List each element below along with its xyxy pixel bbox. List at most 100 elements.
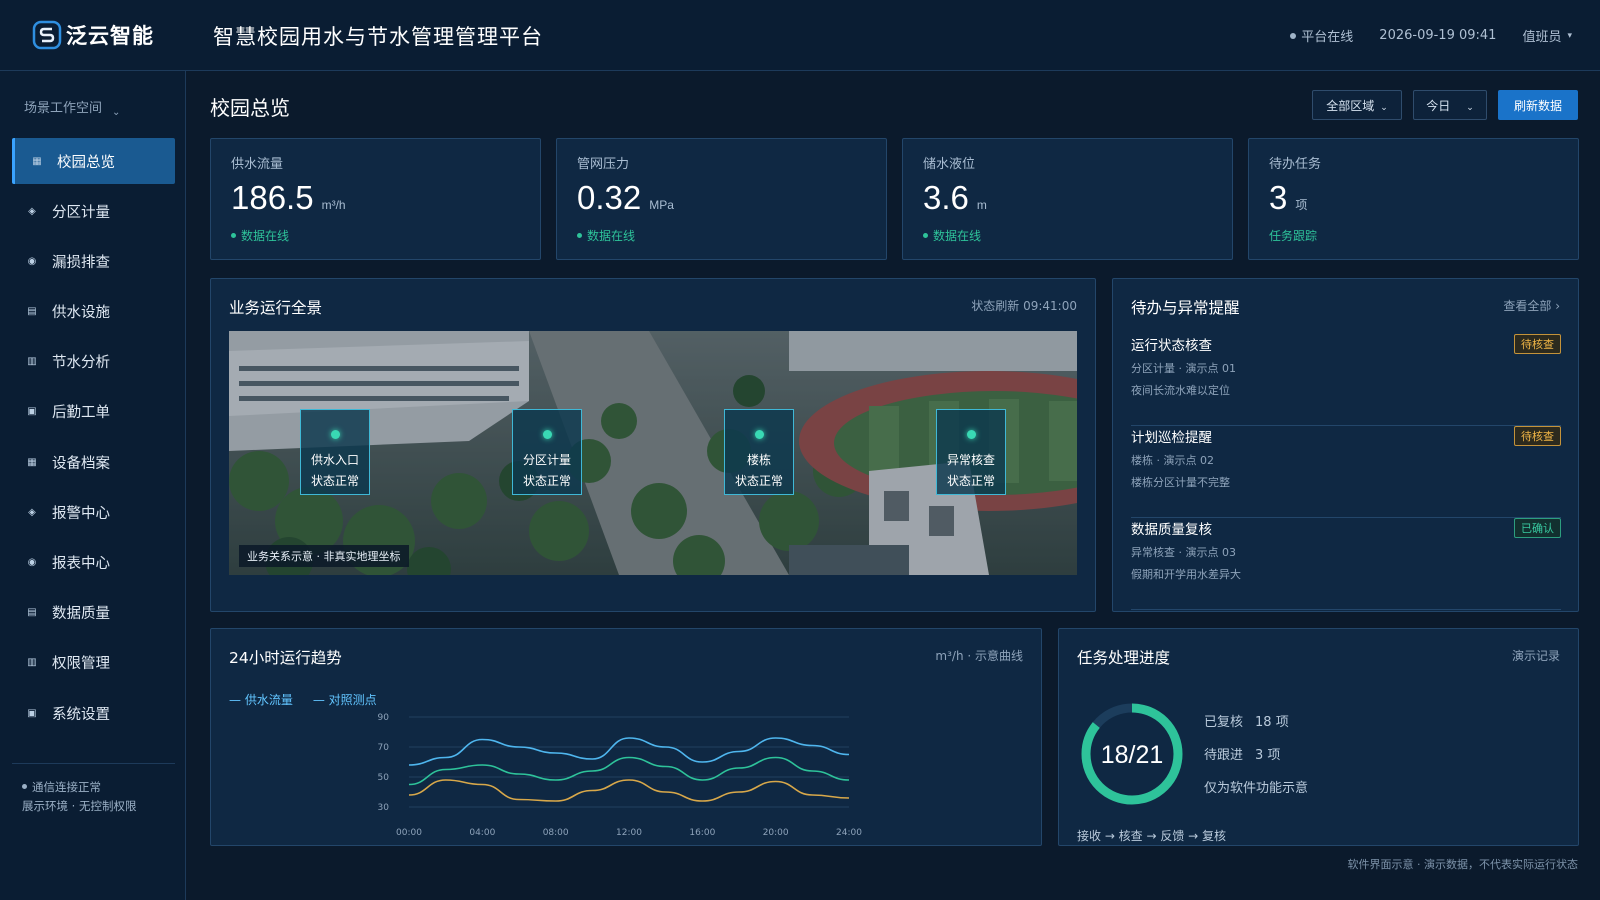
view-all-link[interactable]: 查看全部 ›: [1503, 297, 1560, 314]
logo-icon: [32, 20, 62, 50]
sidebar-item-supply-facilities[interactable]: ▤ 供水设施: [12, 289, 175, 335]
x-tick-label: 12:00: [616, 828, 642, 838]
x-tick-label: 08:00: [543, 828, 569, 838]
kpi-label: 储水液位: [923, 157, 976, 172]
overview-panel: 业务运行全景 状态刷新 09:41:00 供水入口 状态正常 分区计量 状态正常…: [210, 278, 1096, 612]
alert-title: 计划巡检提醒: [1131, 430, 1212, 446]
x-tick-label: 16:00: [689, 828, 715, 838]
alert-description: 假期和开学用水差异大: [1131, 568, 1241, 581]
sidebar-item-alarm-center[interactable]: ◈ 报警中心: [12, 489, 175, 535]
user-menu[interactable]: 值班员 ▾: [1522, 26, 1572, 45]
alerts-panel: 待办与异常提醒 查看全部 › 运行状态核查 分区计量 · 演示点 01 夜间长流…: [1112, 278, 1579, 612]
stat-reviewed: 已复核 18 项: [1204, 715, 1289, 730]
series-line-0: [408, 737, 850, 766]
alert-location: 异常核查 · 演示点 03: [1131, 546, 1236, 559]
marker-name: 异常核查: [946, 453, 995, 467]
kpi-label: 待办任务: [1269, 157, 1322, 172]
alert-item[interactable]: 数据质量复核 异常核查 · 演示点 03 假期和开学用水差异大 已确认: [1131, 518, 1561, 610]
marker-anomaly-check[interactable]: 异常核查 状态正常: [936, 409, 1006, 495]
y-tick-label: 50: [378, 773, 390, 783]
marker-dot-icon: [330, 430, 340, 439]
chevron-down-icon: ⌄: [1466, 103, 1474, 113]
sidebar-item-label: 报表中心: [52, 556, 110, 572]
trend-chart: 90 70 50 30 00:00 04:00 08:00 12:00 16:00 20:00 24…: [378, 713, 863, 838]
y-tick-label: 30: [378, 803, 390, 813]
x-tick-label: 04:00: [469, 828, 495, 838]
progress-ring-text: 18/21: [1101, 741, 1164, 769]
sidebar-item-zone-metering[interactable]: ◈ 分区计量: [12, 188, 175, 234]
marker-supply-inlet[interactable]: 供水入口 状态正常: [300, 409, 370, 495]
brand-logo[interactable]: 泛云智能: [32, 20, 154, 50]
kpi-unit: 项: [1295, 198, 1308, 212]
marker-dot-icon: [966, 430, 976, 439]
sidebar-item-label: 漏损排查: [52, 254, 110, 271]
diamond-icon: ◈: [28, 205, 36, 217]
workspace-selector[interactable]: 场景工作空间 ⌄: [24, 97, 121, 118]
list-icon: ▤: [27, 306, 37, 318]
refresh-data-button[interactable]: 刷新数据: [1498, 90, 1578, 120]
x-tick-label: 24:00: [836, 828, 862, 838]
workflow-steps: 接收 → 核查 → 反馈 → 复核: [1077, 829, 1227, 843]
overview-title: 业务运行全景: [229, 299, 323, 317]
kpi-label: 管网压力: [577, 157, 630, 172]
alert-item[interactable]: 计划巡检提醒 楼栋 · 演示点 02 楼栋分区计量不完整 待核查: [1131, 426, 1561, 518]
sidebar-item-label: 权限管理: [52, 656, 110, 673]
alert-location: 分区计量 · 演示点 01: [1131, 362, 1236, 375]
sidebar-item-permissions[interactable]: ▥ 权限管理: [12, 640, 175, 686]
sidebar-item-data-quality[interactable]: ▤ 数据质量: [12, 590, 175, 636]
marker-zone-metering[interactable]: 分区计量 状态正常: [512, 409, 582, 495]
chevron-down-icon: ⌄: [112, 107, 121, 118]
sidebar-item-device-records[interactable]: ▦ 设备档案: [12, 439, 175, 485]
marker-name: 楼栋: [746, 453, 771, 467]
status-badge: 待核查: [1514, 426, 1561, 446]
area-filter-label: 全部区域: [1326, 98, 1375, 113]
sidebar-nav: ▦ 校园总览 ◈ 分区计量 ◉ 漏损排查 ▤ 供水设施 ▥ 节水分析 ▣ 后勤工单 ▦ 设备档…: [12, 138, 175, 740]
page-title: 校园总览: [210, 96, 290, 120]
alert-description: 夜间长流水难以定位: [1131, 384, 1230, 397]
overview-refresh-time: 状态刷新 09:41:00: [971, 299, 1077, 313]
sidebar-item-label: 校园总览: [57, 154, 115, 171]
marker-dot-icon: [542, 430, 552, 439]
time-filter-select[interactable]: 今日 ⌄: [1413, 90, 1487, 120]
kpi-status[interactable]: 任务跟踪: [1269, 227, 1317, 244]
alert-item[interactable]: 运行状态核查 分区计量 · 演示点 01 夜间长流水难以定位 待核查: [1131, 334, 1561, 426]
status-dot-icon: [1290, 32, 1297, 39]
sidebar-item-saving-analysis[interactable]: ▥ 节水分析: [12, 339, 175, 385]
sidebar-item-label: 节水分析: [52, 355, 110, 372]
area-filter-select[interactable]: 全部区域 ⌄: [1312, 90, 1402, 120]
marker-building[interactable]: 楼栋 状态正常: [724, 409, 794, 495]
sidebar-item-leak-check[interactable]: ◉ 漏损排查: [12, 238, 175, 284]
sidebar-item-report-center[interactable]: ◉ 报表中心: [12, 540, 175, 586]
campus-scene: 供水入口 状态正常 分区计量 状态正常 楼栋 状态正常 异常核查 状态正常 业务…: [229, 331, 1077, 575]
alert-description: 楼栋分区计量不完整: [1131, 476, 1230, 489]
kpi-unit: m: [976, 198, 987, 212]
progress-meta: 演示记录: [1511, 649, 1560, 663]
workspace-label: 场景工作空间: [24, 101, 103, 116]
environment-note: 展示环境 · 无控制权限: [22, 799, 137, 813]
sidebar: 场景工作空间 ⌄ ▦ 校园总览 ◈ 分区计量 ◉ 漏损排查 ▤ 供水设施 ▥ 节水分析 ▣ 后…: [0, 71, 186, 900]
progress-note: 仅为软件功能示意: [1204, 781, 1309, 796]
diamond-icon: ◈: [28, 506, 36, 518]
target-icon: ◉: [27, 557, 37, 568]
app-title: 智慧校园用水与节水管理管理平台: [213, 25, 543, 49]
brand-name: 泛云智能: [66, 24, 154, 48]
footer-note: 软件界面示意 · 演示数据，不代表实际运行状态: [1347, 858, 1579, 871]
sidebar-item-settings[interactable]: ▣ 系统设置: [12, 690, 175, 736]
header-datetime: 2026-09-19 09:41: [1379, 28, 1497, 43]
kpi-card-flow: 供水流量 186.5 m³/h 数据在线: [210, 138, 541, 260]
progress-title: 任务处理进度: [1077, 649, 1171, 667]
caret-down-icon: ▾: [1567, 30, 1572, 41]
sidebar-item-campus-overview[interactable]: ▦ 校园总览: [12, 138, 175, 184]
target-icon: ◉: [27, 255, 37, 267]
kpi-value: 186.5 m³/h: [231, 179, 346, 216]
sidebar-item-work-orders[interactable]: ▣ 后勤工单: [12, 389, 175, 435]
grid-icon: ▦: [27, 456, 37, 468]
bars-icon: ▥: [27, 356, 37, 368]
kpi-card-level: 储水液位 3.6 m 数据在线: [902, 138, 1233, 260]
sidebar-item-label: 供水设施: [52, 305, 110, 322]
y-tick-label: 90: [378, 713, 390, 723]
marker-dot-icon: [754, 430, 764, 439]
alerts-title: 待办与异常提醒: [1131, 299, 1240, 317]
progress-panel: 任务处理进度 演示记录 18/21 已复核 18 项 待跟进 3 项 仅为软件功能示…: [1058, 628, 1579, 846]
marker-status: 状态正常: [310, 474, 359, 488]
